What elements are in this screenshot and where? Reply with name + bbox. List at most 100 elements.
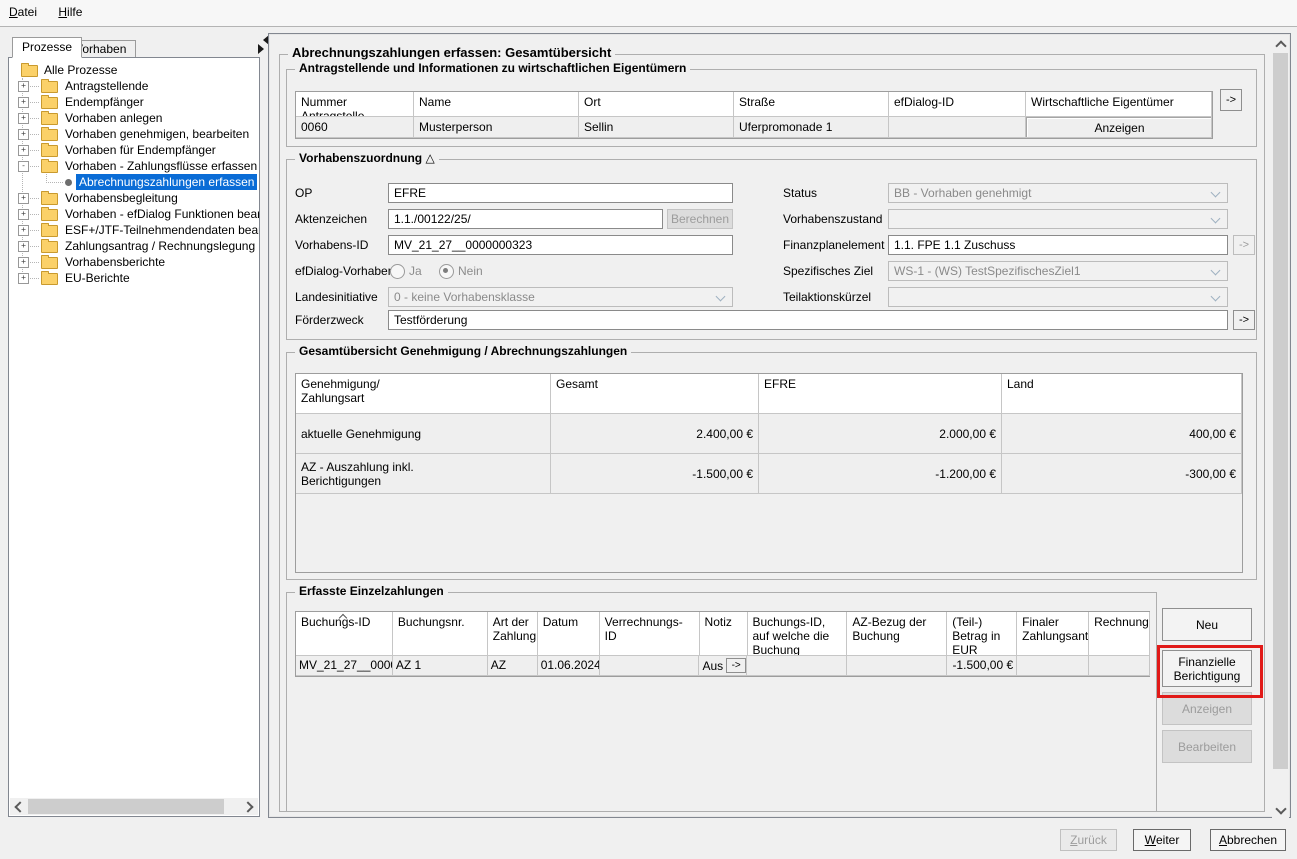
scroll-up-button[interactable] [1272, 35, 1289, 52]
chevron-down-icon [716, 292, 726, 302]
tree-item[interactable]: Alle Prozesse [9, 62, 259, 78]
payments-group-title: Erfasste Einzelzahlungen [295, 584, 448, 598]
column-header[interactable]: efDialog-ID [889, 92, 1026, 117]
tree-item[interactable]: +Zahlungsantrag / Rechnungslegung [9, 238, 259, 254]
column-header[interactable]: AZ-Bezug der Buchung [847, 612, 947, 656]
column-header[interactable]: Name [414, 92, 579, 117]
horizontal-scrollbar[interactable] [10, 798, 258, 815]
expand-icon[interactable]: + [18, 97, 29, 108]
tree-item-label: Vorhaben anlegen [62, 110, 165, 126]
overview-group: Gesamtübersicht Genehmigung / Abrechnung… [286, 352, 1257, 580]
abbrechen-button[interactable]: Abbrechen [1210, 829, 1286, 851]
tree-item[interactable]: +Vorhabensbegleitung [9, 190, 259, 206]
chevron-down-icon [1211, 188, 1221, 198]
scroll-down-button[interactable] [1272, 801, 1289, 818]
column-header[interactable]: Buchungsnr. [393, 612, 488, 656]
expand-icon[interactable]: + [18, 225, 29, 236]
tree-connector-line [28, 150, 39, 151]
notiz-value: Aus [702, 659, 723, 673]
expand-icon[interactable]: + [18, 81, 29, 92]
column-header[interactable]: Genehmigung/ Zahlungsart [296, 374, 551, 414]
vertical-scrollbar[interactable] [1272, 35, 1289, 818]
op-input[interactable] [388, 183, 733, 203]
column-header[interactable]: Buchungs-ID [296, 612, 393, 656]
column-header[interactable]: Art der Zahlung [488, 612, 538, 656]
tree-connector-line [28, 198, 39, 199]
column-header[interactable]: Finaler Zahlungsantrag [1017, 612, 1089, 656]
expand-icon[interactable]: + [18, 273, 29, 284]
menu-hilfe[interactable]: Hilfe [49, 0, 91, 25]
column-header[interactable]: Gesamt [551, 374, 759, 414]
anzeigen-eigentuemer-button[interactable]: Anzeigen [1026, 117, 1212, 138]
landesinitiative-label: Landesinitiative [295, 287, 378, 307]
chevron-down-icon [1211, 292, 1221, 302]
expand-icon[interactable]: + [18, 145, 29, 156]
tab-prozesse[interactable]: Prozesse [12, 37, 82, 58]
applicants-detail-arrow-button[interactable]: -> [1220, 89, 1242, 111]
tree-item[interactable]: Abrechnungszahlungen erfassen [9, 174, 259, 190]
expand-icon[interactable]: + [18, 113, 29, 124]
table-cell: AZ [488, 656, 538, 676]
column-header[interactable]: Land [1002, 374, 1242, 414]
column-header[interactable]: Notiz [700, 612, 748, 656]
notiz-arrow-button[interactable]: -> [726, 658, 746, 673]
table-cell [847, 656, 947, 676]
neu-button[interactable]: Neu [1162, 608, 1252, 641]
application-window: { "menubar": { "items": [ { "label": "Da… [0, 0, 1297, 859]
vorhabens-id-input[interactable] [388, 235, 733, 255]
folder-icon [41, 225, 58, 237]
finanzplanelement-input[interactable] [888, 235, 1228, 255]
folder-icon [41, 145, 58, 157]
tree-item[interactable]: -Vorhaben - Zahlungsflüsse erfassen [9, 158, 259, 174]
menu-datei[interactable]: Datei [0, 0, 46, 25]
tree-item[interactable]: +EU-Berichte [9, 270, 259, 286]
foerderzweck-arrow-button[interactable]: -> [1233, 310, 1255, 330]
tree-item-label: Vorhaben genehmigen, bearbeiten [62, 126, 252, 142]
vorhabenszuordnung-group-title: Vorhabenszuordnung △ [295, 151, 439, 165]
folder-icon [21, 65, 38, 77]
main-group: Abrechnungszahlungen erfassen: Gesamtübe… [279, 54, 1265, 812]
tree-item[interactable]: +ESF+/JTF-Teilnehmendendaten bearbeiten [9, 222, 259, 238]
tree-item[interactable]: +Antragstellende [9, 78, 259, 94]
finanzielle-berichtigung-button[interactable]: Finanzielle Berichtigung [1162, 650, 1252, 687]
expand-icon[interactable]: + [18, 257, 29, 268]
tree-item[interactable]: +Vorhaben - efDialog Funktionen bearbeit… [9, 206, 259, 222]
folder-icon [41, 129, 58, 141]
tree-item[interactable]: + Vorhaben genehmigen, bearbeiten [9, 126, 259, 142]
column-header[interactable]: Verrechnungs-ID [600, 612, 700, 656]
tree-item[interactable]: +Endempfänger [9, 94, 259, 110]
scroll-left-button[interactable] [10, 798, 27, 815]
zurueck-button: Zurück [1060, 829, 1117, 851]
tree-connector-line [28, 278, 39, 279]
table-cell [889, 117, 1026, 138]
foerderzweck-input[interactable] [388, 310, 1228, 330]
tree-item[interactable]: +Vorhabensberichte [9, 254, 259, 270]
scrollbar-thumb[interactable] [28, 799, 224, 814]
scrollbar-thumb[interactable] [1273, 53, 1288, 769]
expand-icon[interactable]: + [18, 241, 29, 252]
spezifisches-ziel-dropdown: WS-1 - (WS) TestSpezifischesZiel1 [888, 261, 1228, 281]
column-header[interactable]: Ort [579, 92, 734, 117]
expand-icon[interactable]: + [18, 193, 29, 204]
column-header[interactable]: EFRE [759, 374, 1002, 414]
tree-item[interactable]: +Vorhaben für Endempfänger [9, 142, 259, 158]
column-header[interactable]: Datum [538, 612, 600, 656]
expand-icon[interactable]: + [18, 209, 29, 220]
column-header[interactable]: Straße [734, 92, 889, 117]
weiter-button[interactable]: Weiter [1133, 829, 1191, 851]
table-cell: AZ 1 [393, 656, 488, 676]
column-header[interactable]: Wirtschaftliche Eigentümer [1026, 92, 1212, 117]
collapse-icon[interactable]: - [18, 161, 29, 172]
column-header[interactable]: (Teil-) Betrag in EUR [947, 612, 1017, 656]
aktenzeichen-input[interactable] [388, 209, 663, 229]
column-header[interactable]: Rechnungslegung [1089, 612, 1150, 656]
table-cell [747, 656, 847, 676]
expand-icon[interactable]: + [18, 129, 29, 140]
scroll-right-button[interactable] [241, 798, 258, 815]
main-panel: Abrechnungszahlungen erfassen: Gesamtübe… [268, 33, 1291, 818]
table-cell: 01.06.2024 [538, 656, 600, 676]
splitter-collapse-handle[interactable] [258, 35, 268, 59]
column-header[interactable]: Nummer Antragstelle... [296, 92, 414, 117]
column-header[interactable]: Buchungs-ID, auf welche die Buchung [748, 612, 848, 656]
tree-item[interactable]: + Vorhaben anlegen [9, 110, 259, 126]
